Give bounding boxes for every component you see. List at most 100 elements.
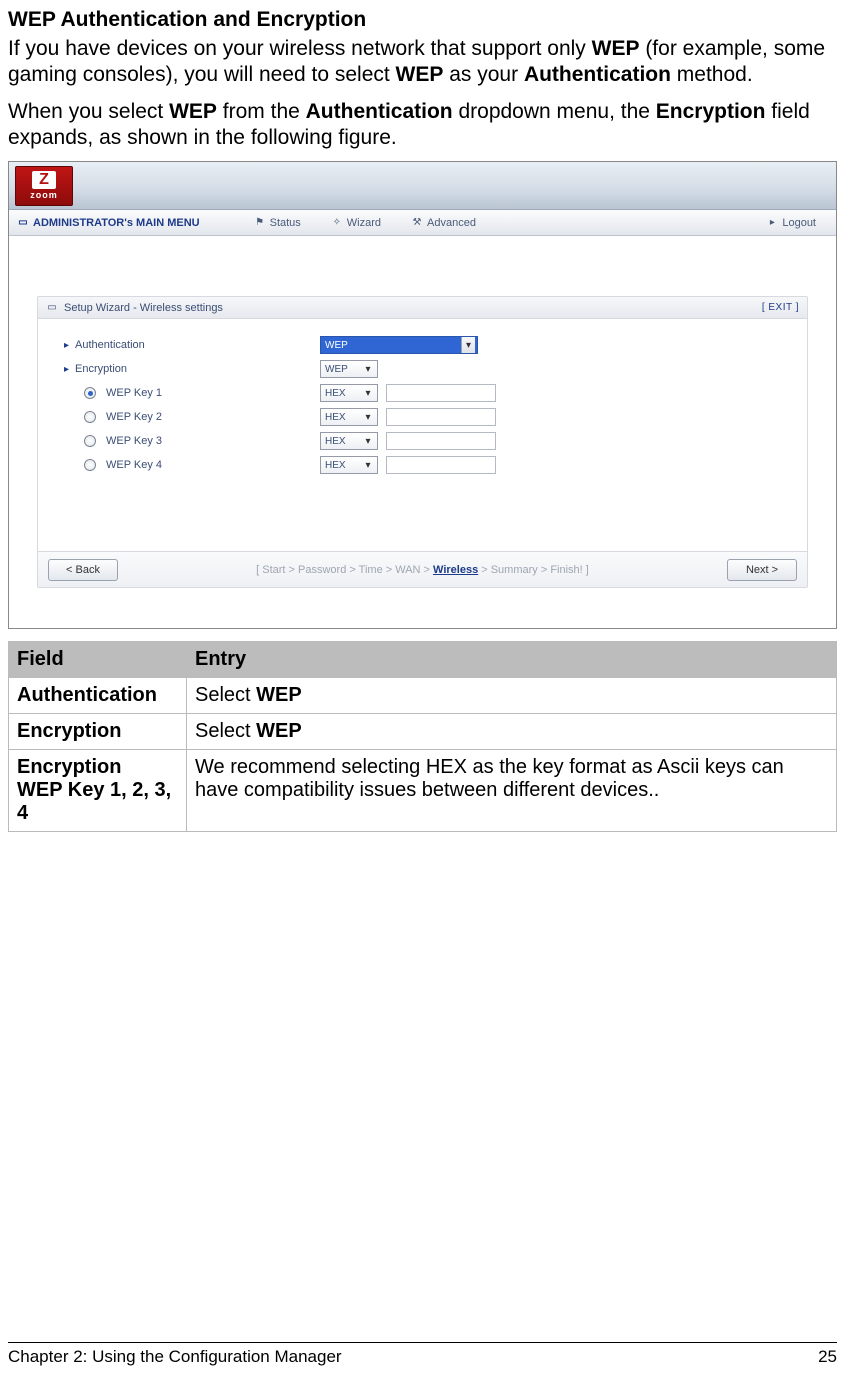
wizard-icon: ✧ (331, 217, 343, 229)
header-field: Field (9, 642, 187, 678)
enc-value: WEP (325, 364, 348, 375)
wep-key-1-input[interactable] (386, 384, 496, 402)
footer-chapter: Chapter 2: Using the Configuration Manag… (8, 1347, 342, 1367)
text: When you select (8, 100, 169, 123)
page-footer: Chapter 2: Using the Configuration Manag… (8, 1342, 837, 1367)
wep-key-4-format-dropdown[interactable]: HEX ▾ (320, 456, 378, 474)
radio-wep-key-2[interactable] (84, 411, 96, 423)
next-button[interactable]: Next > (727, 559, 797, 581)
footer-page-number: 25 (818, 1347, 837, 1367)
menu-wizard-label: Wizard (347, 217, 381, 229)
text-bold: Authentication (524, 63, 671, 86)
authentication-dropdown[interactable]: WEP ▾ (320, 336, 478, 354)
menu-status-label: Status (270, 217, 301, 229)
text-bold: WEP (169, 100, 217, 123)
paragraph-1: If you have devices on your wireless net… (8, 36, 837, 89)
wizard-breadcrumb: [ Start > Password > Time > WAN > Wirele… (138, 564, 707, 576)
cell-field: Encryption WEP Key 1, 2, 3, 4 (9, 750, 187, 832)
table-row: Encryption Select WEP (9, 714, 837, 750)
text: from the (217, 100, 306, 123)
menu-advanced-label: Advanced (427, 217, 476, 229)
text: dropdown menu, the (453, 100, 656, 123)
encryption-dropdown[interactable]: WEP ▾ (320, 360, 378, 378)
radio-wep-key-3[interactable] (84, 435, 96, 447)
auth-value: WEP (325, 340, 348, 351)
flag-icon: ⚑ (254, 217, 266, 229)
wep-key-3-label: WEP Key 3 (106, 435, 162, 447)
wep-key-1-format-dropdown[interactable]: HEX ▾ (320, 384, 378, 402)
menu-advanced[interactable]: ⚒ Advanced (399, 217, 488, 229)
logo-z-icon: Z (32, 171, 56, 189)
chevron-down-icon: ▾ (361, 388, 375, 399)
menu-status[interactable]: ⚑ Status (242, 217, 313, 229)
main-menu-bar: ▭ ADMINISTRATOR's MAIN MENU ⚑ Status ✧ W… (9, 210, 836, 236)
row-wep-key-4: WEP Key 4 HEX ▾ (38, 453, 807, 477)
auth-label: Authentication (75, 339, 145, 351)
panel-footer: < Back [ Start > Password > Time > WAN >… (38, 551, 807, 587)
cell-entry: Select WEP (187, 714, 837, 750)
wep-key-3-format: HEX (325, 436, 346, 447)
section-heading: WEP Authentication and Encryption (8, 8, 837, 32)
text-bold: Encryption (656, 100, 766, 123)
text: method. (671, 63, 753, 86)
back-button[interactable]: < Back (48, 559, 118, 581)
wep-key-2-input[interactable] (386, 408, 496, 426)
cell-field: Authentication (9, 678, 187, 714)
text-bold: Authentication (306, 100, 453, 123)
logo-text: zoom (30, 190, 58, 200)
zoom-logo: Z zoom (15, 166, 73, 206)
row-wep-key-2: WEP Key 2 HEX ▾ (38, 405, 807, 429)
wep-key-3-format-dropdown[interactable]: HEX ▾ (320, 432, 378, 450)
wep-key-4-label: WEP Key 4 (106, 459, 162, 471)
wep-key-2-format-dropdown[interactable]: HEX ▾ (320, 408, 378, 426)
row-wep-key-1: WEP Key 1 HEX ▾ (38, 381, 807, 405)
panel-body: ▸ Authentication WEP ▾ ▸ Encryption WEP … (38, 319, 807, 551)
text: as your (443, 63, 524, 86)
menu-wizard[interactable]: ✧ Wizard (319, 217, 393, 229)
table-row: Encryption WEP Key 1, 2, 3, 4 We recomme… (9, 750, 837, 832)
panel-titlebar: ▭ Setup Wizard - Wireless settings [ EXI… (38, 297, 807, 319)
wizard-panel: ▭ Setup Wizard - Wireless settings [ EXI… (37, 296, 808, 588)
wep-key-4-input[interactable] (386, 456, 496, 474)
text-bold: WEP (592, 37, 640, 60)
menu-logout-label: Logout (782, 217, 816, 229)
table-row: Authentication Select WEP (9, 678, 837, 714)
chevron-down-icon: ▾ (361, 436, 375, 447)
menu-main-text: ADMINISTRATOR's MAIN MENU (33, 217, 200, 229)
bc-current: Wireless (433, 564, 478, 576)
enc-label: Encryption (75, 363, 127, 375)
table-header-row: Field Entry (9, 642, 837, 678)
router-admin-screenshot: Z zoom ▭ ADMINISTRATOR's MAIN MENU ⚑ Sta… (8, 161, 837, 629)
paragraph-2: When you select WEP from the Authenticat… (8, 99, 837, 152)
bullet-icon: ▸ (64, 340, 69, 351)
row-wep-key-3: WEP Key 3 HEX ▾ (38, 429, 807, 453)
bc-suffix: > Summary > Finish! ] (478, 564, 589, 576)
wep-key-4-format: HEX (325, 460, 346, 471)
exit-link[interactable]: [ EXIT ] (762, 302, 799, 313)
cell-entry: Select WEP (187, 678, 837, 714)
wep-key-3-input[interactable] (386, 432, 496, 450)
chevron-down-icon: ▾ (361, 460, 375, 471)
chevron-down-icon: ▾ (361, 364, 375, 375)
wep-key-1-format: HEX (325, 388, 346, 399)
panel-title-text: Setup Wizard - Wireless settings (64, 302, 223, 314)
menu-logout[interactable]: ▸ Logout (754, 217, 828, 229)
row-authentication: ▸ Authentication WEP ▾ (38, 333, 807, 357)
cell-entry: We recommend selecting HEX as the key fo… (187, 750, 837, 832)
text-bold: WEP (396, 63, 444, 86)
row-encryption: ▸ Encryption WEP ▾ (38, 357, 807, 381)
header-bar: Z zoom (9, 162, 836, 210)
tools-icon: ⚒ (411, 217, 423, 229)
text: If you have devices on your wireless net… (8, 37, 592, 60)
window-icon: ▭ (17, 217, 29, 229)
panel-icon: ▭ (46, 302, 58, 314)
menu-main-label: ▭ ADMINISTRATOR's MAIN MENU (17, 217, 200, 229)
bullet-icon: ▸ (64, 364, 69, 375)
header-entry: Entry (187, 642, 837, 678)
chevron-down-icon: ▾ (361, 412, 375, 423)
chevron-down-icon: ▾ (461, 337, 475, 353)
radio-wep-key-1[interactable] (84, 387, 96, 399)
radio-wep-key-4[interactable] (84, 459, 96, 471)
wep-key-2-label: WEP Key 2 (106, 411, 162, 423)
wep-key-1-label: WEP Key 1 (106, 387, 162, 399)
